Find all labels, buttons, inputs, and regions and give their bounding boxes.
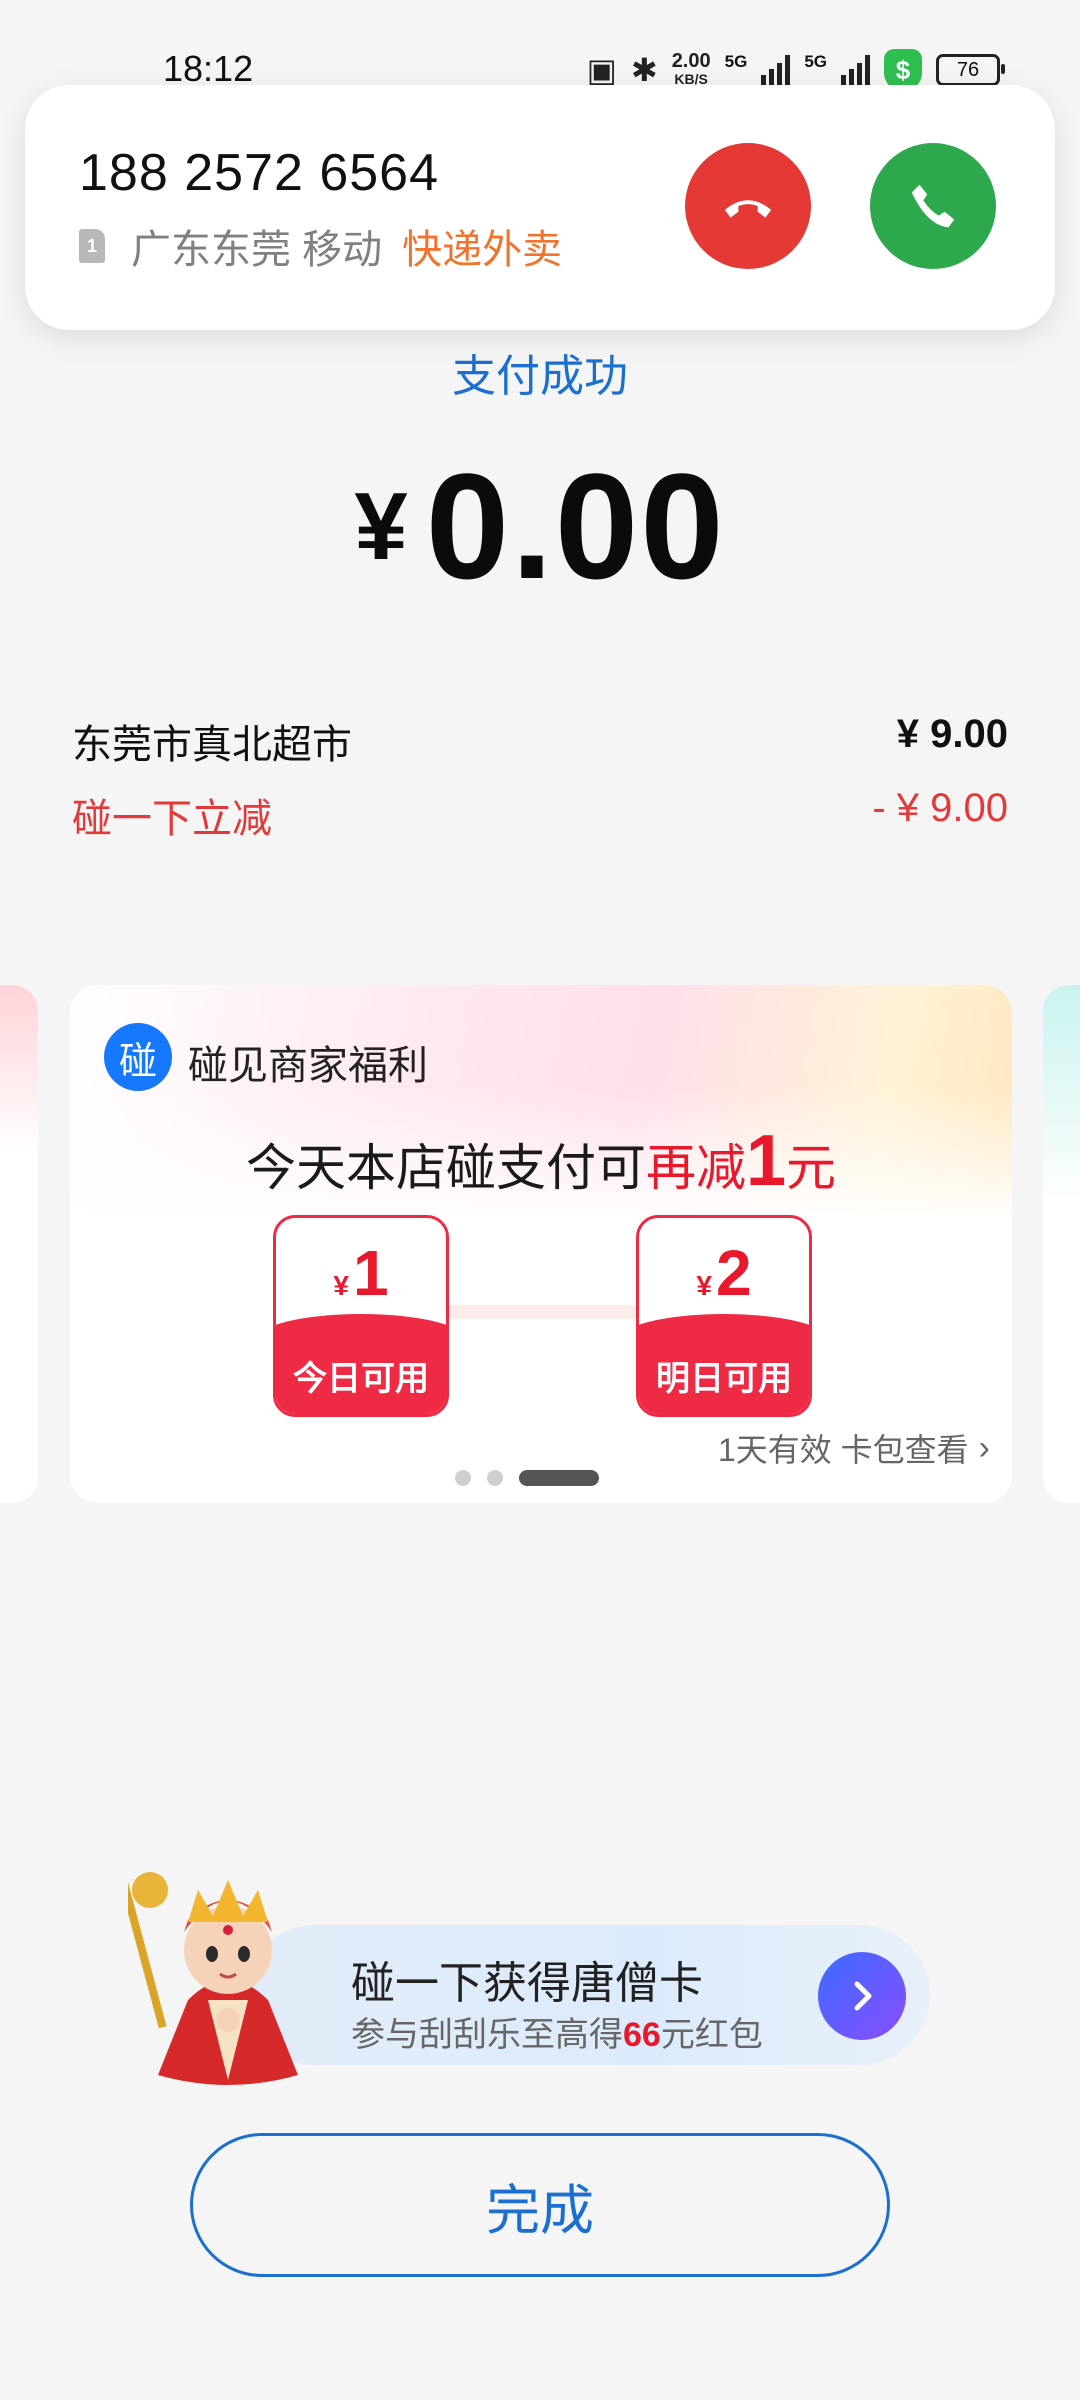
coupon-label: 今日可用: [293, 1360, 429, 1398]
incoming-call-card[interactable]: 188 2572 6564 1 广东东莞 移动 快递外卖: [25, 85, 1055, 330]
caller-location: 广东东莞 移动: [131, 228, 383, 272]
promo-red-text: 再减: [645, 1140, 746, 1196]
carousel-indicator: [455, 1470, 599, 1486]
promo-unit: 元: [786, 1140, 837, 1196]
coupon-currency: ¥: [333, 1270, 349, 1301]
carousel-prev-card[interactable]: [0, 985, 38, 1503]
coupon-tomorrow[interactable]: ¥2 明日可用: [636, 1215, 812, 1417]
card-wallet-link[interactable]: 1天有效 卡包查看 ›: [718, 1425, 990, 1471]
done-button[interactable]: 完成: [190, 2133, 890, 2277]
amount-value: 0.00: [425, 442, 726, 610]
network-type-label: 5G: [724, 52, 748, 71]
payment-status: 支付成功: [452, 352, 628, 401]
discount-row: 碰一下立减 - ¥ 9.00: [72, 786, 1008, 844]
banner-sub-prefix: 参与刮刮乐至高得: [351, 2016, 623, 2054]
carousel-next-card[interactable]: [1043, 985, 1080, 1503]
coupon-value: ¥2: [639, 1236, 809, 1310]
banner-subtitle: 参与刮刮乐至高得66元红包: [351, 2007, 763, 2056]
answer-call-button[interactable]: [870, 143, 996, 269]
coupon-label: 明日可用: [656, 1360, 792, 1398]
coupon-currency: ¥: [696, 1270, 712, 1301]
network-speed: 2.00 KB/S: [671, 50, 711, 88]
bluetooth-icon: ✱: [630, 52, 658, 88]
merchant-price: ¥ 9.00: [896, 712, 1008, 756]
battery-icon: 76: [936, 54, 1005, 86]
discount-label: 碰一下立减: [72, 797, 272, 841]
caller-number: 188 2572 6564: [79, 144, 440, 202]
coupon-amount: 1: [352, 1237, 389, 1309]
peng-logo-icon: 碰: [104, 1023, 172, 1091]
tangseng-card-banner[interactable]: 碰一下获得唐僧卡 参与刮刮乐至高得66元红包: [245, 1925, 930, 2065]
currency-symbol: ¥: [354, 472, 408, 580]
carousel-dot: [455, 1470, 471, 1486]
signal-icon: [841, 55, 870, 85]
tangseng-mascot-image: [128, 1872, 298, 2085]
phone-answer-icon: [911, 184, 955, 228]
banner-title: 碰一下获得唐僧卡: [351, 1959, 703, 2008]
caller-tag: 快递外卖: [402, 228, 563, 272]
promo-amount: 1: [745, 1121, 787, 1201]
promo-prefix: 今天本店碰支付可: [245, 1140, 646, 1196]
banner-sub-suffix: 元红包: [660, 2016, 763, 2054]
promo-headline: 今天本店碰支付可再减1元: [70, 1120, 1012, 1202]
payment-amount: ¥0.00: [0, 440, 1080, 613]
merchant-name: 东莞市真北超市: [72, 723, 352, 767]
coupon-amount: 2: [715, 1237, 752, 1309]
decline-call-button[interactable]: [685, 143, 811, 269]
benefit-title: 碰见商家福利: [188, 1044, 428, 1088]
phone-hangup-icon: [724, 200, 772, 218]
merchant-benefit-card[interactable]: 碰 碰见商家福利 今天本店碰支付可再减1元 ¥1 今日可用 ¥2 明日可用 1天…: [70, 985, 1012, 1503]
network-type-label-2: 5G: [804, 52, 827, 71]
merchant-row: 东莞市真北超市 ¥ 9.00: [72, 712, 1008, 770]
caller-info: 1 广东东莞 移动 快递外卖: [79, 217, 562, 275]
status-time: 18:12: [163, 48, 254, 89]
coupon-value: ¥1: [276, 1236, 446, 1310]
discount-value: - ¥ 9.00: [872, 786, 1008, 830]
card-footer-text: 1天有效 卡包查看: [717, 1432, 969, 1468]
banner-sub-highlight: 66: [623, 2016, 661, 2054]
chevron-right-icon: ›: [978, 1428, 990, 1467]
network-speed-value: 2.00: [671, 50, 711, 72]
sim-card-icon: 1: [79, 229, 105, 263]
coupon-today[interactable]: ¥1 今日可用: [273, 1215, 449, 1417]
nfc-icon: ▣: [586, 52, 617, 88]
carousel-dot-active: [519, 1470, 599, 1486]
signal-icon: [761, 55, 791, 85]
chevron-right-icon[interactable]: [818, 1952, 906, 2040]
carousel-dot: [487, 1470, 503, 1486]
battery-level: 76: [956, 58, 980, 81]
